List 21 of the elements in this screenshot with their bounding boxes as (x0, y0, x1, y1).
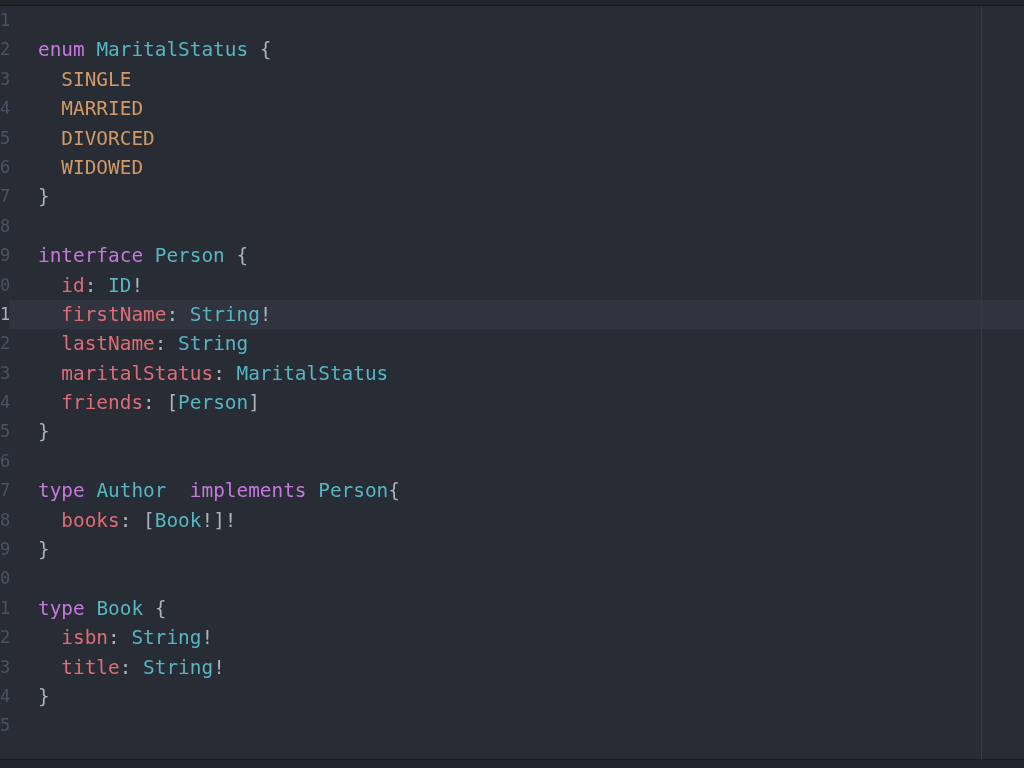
line-number: 1 (0, 302, 9, 326)
code-line: title: String! (60, 654, 225, 681)
code-line: maritalStatus: MaritalStatus (60, 360, 389, 387)
code-line: type Book { (38, 595, 167, 622)
code-line: SINGLE (60, 66, 132, 93)
code-line: enum MaritalStatus { (38, 37, 272, 64)
code-line: type Author implements Person{ (38, 478, 400, 505)
code-line: } (38, 419, 50, 446)
code-line: } (38, 537, 50, 564)
code-line: firstName: String! (60, 301, 272, 328)
code-line: isbn: String! (60, 625, 214, 652)
code-line: WIDOWED (60, 154, 144, 181)
code-line: books: [Book!]! (60, 507, 237, 534)
code-line: MARRIED (60, 96, 144, 123)
code-line: friends: [Person] (60, 390, 260, 417)
code-line: interface Person { (38, 243, 249, 270)
code-line: DIVORCED (60, 125, 155, 152)
code-line: lastName: String (60, 331, 249, 358)
code-line: } (38, 184, 50, 211)
code-line: } (38, 684, 50, 710)
code-line: id: ID! (60, 272, 144, 299)
